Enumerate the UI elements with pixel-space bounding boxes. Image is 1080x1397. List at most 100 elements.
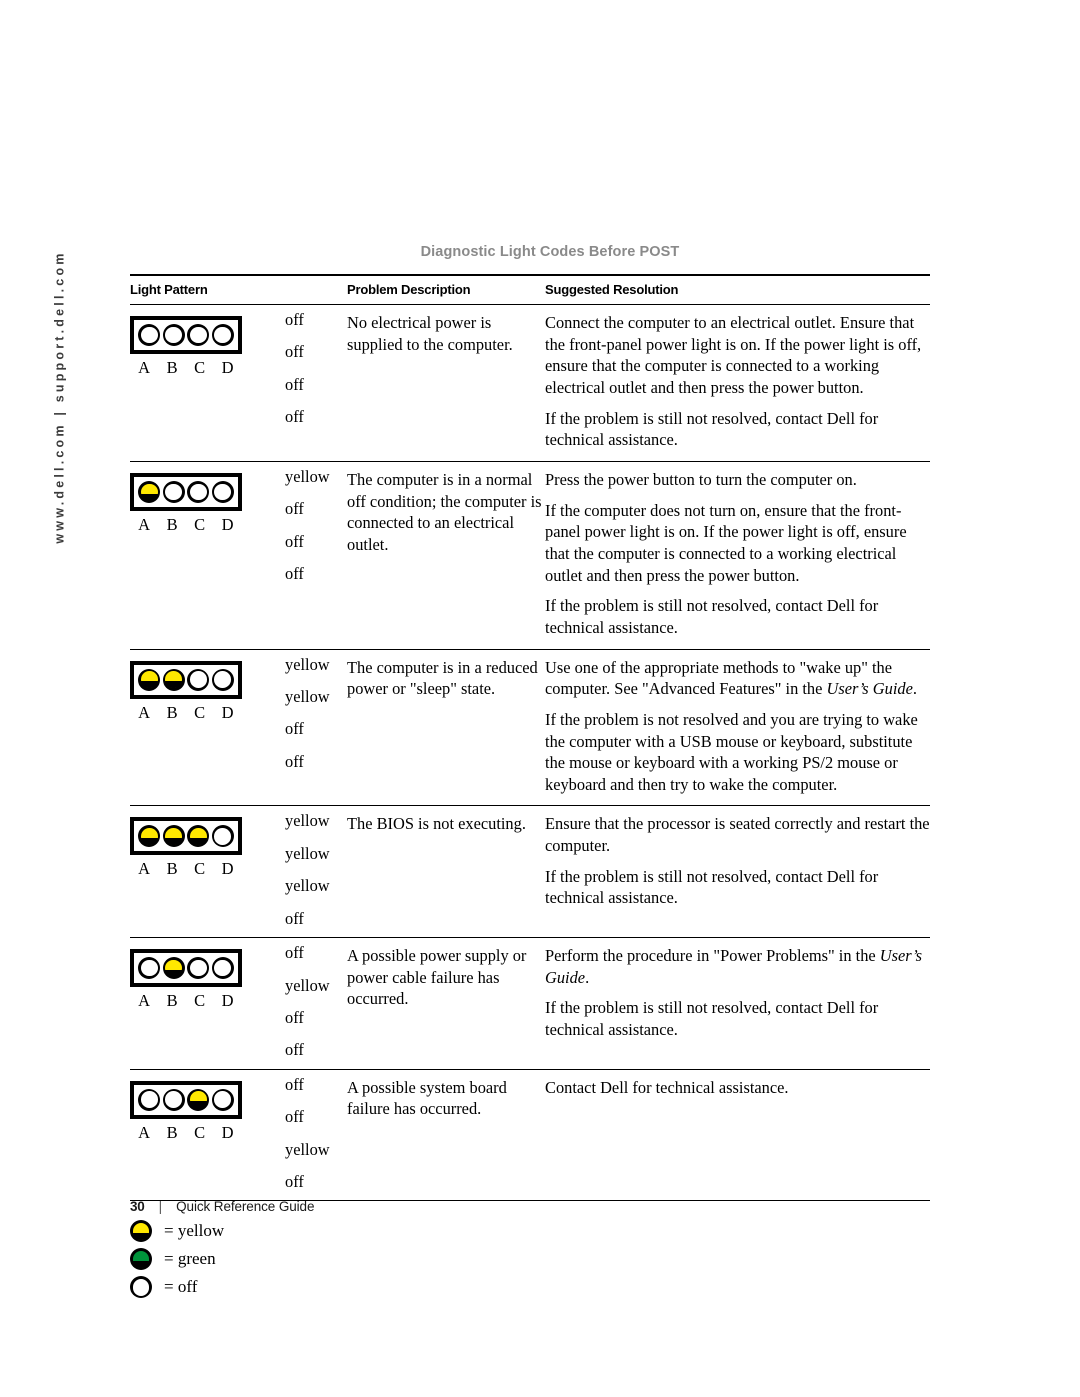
- led-axis-labels: ABCD: [130, 699, 242, 724]
- light-states-cell: off yellow off off: [285, 937, 348, 1070]
- light-pattern-cell: ABCD: [130, 1069, 285, 1202]
- light-state-value: off: [285, 1074, 304, 1094]
- light-states-cell: yellow yellow yellow off: [285, 805, 348, 939]
- table-body: A B C Doff off off off No electrical power is s…: [130, 304, 931, 1202]
- led-panel: [130, 472, 242, 511]
- led-label: D: [221, 859, 234, 879]
- resolution-paragraph: If the problem is still not resolved, co…: [545, 596, 879, 637]
- resolution-paragraph: If the problem is still not resolved, co…: [545, 998, 879, 1040]
- light-state-value: off: [285, 751, 304, 771]
- light-states-cell: off off yellow off: [285, 1069, 348, 1202]
- resolution-paragraph: If the computer does not turn on, ensure…: [545, 500, 907, 585]
- legend-label: = yellow: [164, 1221, 225, 1241]
- led-panel: [130, 660, 242, 699]
- light-state-value: yellow: [285, 843, 330, 863]
- led-indicator-yellow: [187, 825, 210, 848]
- page-footer: 30 | Quick Reference Guide: [130, 1199, 314, 1214]
- table-row: A B C D yellow off off off The computer is in a …: [130, 461, 931, 650]
- column-header-problem-description: Problem Description: [347, 282, 471, 297]
- led-indicator-yellow: [162, 668, 185, 691]
- problem-description-cell: The BIOS is not executing.: [347, 805, 546, 939]
- problem-paragraph: A possible power supply or power cable f…: [347, 946, 527, 1009]
- led-label: A: [138, 859, 151, 879]
- suggested-resolution-cell: Use one of the appropriate methods to "w…: [545, 649, 931, 807]
- table-row: A B C Doff off off off No electrical power is s…: [130, 304, 931, 462]
- light-state-value: off: [285, 908, 304, 928]
- led-indicator-yellow: [138, 668, 161, 691]
- led-indicator-green: [130, 1248, 152, 1271]
- problem-description-cell: No electrical power is supplied to the c…: [347, 304, 546, 462]
- led-label: A: [138, 702, 151, 722]
- light-state-value: off: [285, 1171, 304, 1191]
- led-indicator-off: [138, 957, 161, 980]
- page-content: Diagnostic Light Codes Before POST Light…: [130, 244, 931, 1301]
- led-label: D: [221, 702, 234, 722]
- light-states-cell: off off off off: [285, 304, 348, 462]
- led-indicator-off: [162, 480, 185, 503]
- light-pattern-cell: ABCD: [130, 805, 285, 939]
- led-label: C: [194, 358, 206, 377]
- led-axis-labels: ABCD: [130, 1119, 242, 1144]
- column-header-suggested-resolution: Suggested Resolution: [545, 282, 679, 297]
- legend-label: = off: [164, 1277, 198, 1297]
- led-label: B: [166, 991, 178, 1011]
- resolution-paragraph: Connect the computer to an electrical ou…: [545, 313, 922, 397]
- light-state-value: off: [285, 374, 304, 394]
- led-indicator-off: [211, 324, 234, 346]
- led-label: A: [138, 514, 151, 534]
- suggested-resolution-cell: Connect the computer to an electrical ou…: [545, 304, 931, 462]
- side-url-label: www.dell.com | support.dell.com: [53, 250, 68, 544]
- light-state-value: yellow: [285, 1139, 330, 1159]
- light-state-value: off: [285, 407, 304, 427]
- resolution-paragraph: Use one of the appropriate methods to "w…: [545, 657, 917, 699]
- led-indicator-yellow: [138, 480, 161, 503]
- problem-paragraph: The computer is in a normal off conditio…: [347, 469, 542, 554]
- led-indicator-yellow: [162, 957, 185, 980]
- led-indicator-off: [187, 324, 210, 346]
- legend-item: = off: [130, 1273, 930, 1301]
- led-label: B: [166, 514, 178, 534]
- light-states-cell: yellow off off off: [285, 461, 348, 650]
- led-panel: [130, 1080, 242, 1119]
- light-state-value: yellow: [285, 975, 330, 995]
- legend-label: = green: [164, 1249, 216, 1269]
- light-state-value: off: [285, 1040, 304, 1060]
- problem-paragraph: The computer is in a reduced power or "s…: [347, 657, 538, 699]
- led-label: D: [221, 991, 234, 1011]
- led-axis-labels: ABCD: [130, 511, 242, 536]
- resolution-paragraph: Contact Dell for technical assistance.: [545, 1077, 789, 1097]
- column-header-light-pattern: Light Pattern: [130, 282, 208, 297]
- legend-item: = yellow: [130, 1217, 930, 1245]
- problem-paragraph: A possible system board failure has occu…: [347, 1077, 507, 1119]
- problem-description-cell: A possible power supply or power cable f…: [347, 937, 546, 1070]
- led-indicator-off: [187, 957, 210, 980]
- led-panel: [130, 949, 242, 988]
- light-pattern-cell: ABCD: [130, 649, 285, 807]
- light-pattern-cell: ABCD: [130, 461, 285, 650]
- led-axis-labels: ABCD: [130, 987, 242, 1012]
- light-pattern-cell: ABCD: [130, 304, 285, 462]
- light-state-value: yellow: [285, 654, 330, 674]
- resolution-paragraph: Press the power button to turn the compu…: [545, 469, 857, 489]
- light-state-value: off: [285, 1007, 304, 1027]
- problem-description-cell: A possible system board failure has occu…: [347, 1069, 546, 1202]
- side-url-vertical-text: www.dell.com | support.dell.com: [0, 250, 120, 550]
- legend-item: = green: [130, 1245, 930, 1273]
- table-header-row: Light Pattern Problem Description Sugges…: [130, 275, 931, 305]
- led-label: B: [166, 358, 178, 377]
- led-label: A: [138, 1122, 151, 1142]
- table-row: A B C D off off yellow off A possible system boa…: [130, 1069, 931, 1202]
- light-states-cell: yellow yellow off off: [285, 649, 348, 807]
- light-state-value: off: [285, 943, 304, 963]
- resolution-paragraph: If the problem is still not resolved, co…: [545, 408, 879, 450]
- led-label: C: [194, 1122, 206, 1142]
- led-label: B: [166, 859, 178, 879]
- problem-paragraph: The BIOS is not executing.: [347, 814, 526, 834]
- led-indicator-off: [138, 1088, 161, 1111]
- light-pattern-cell: ABCD: [130, 937, 285, 1070]
- led-label: C: [194, 514, 206, 534]
- light-state-value: off: [285, 1107, 304, 1127]
- light-state-value: off: [285, 342, 304, 362]
- suggested-resolution-cell: Contact Dell for technical assistance.: [545, 1069, 931, 1202]
- suggested-resolution-cell: Ensure that the processor is seated corr…: [545, 805, 931, 939]
